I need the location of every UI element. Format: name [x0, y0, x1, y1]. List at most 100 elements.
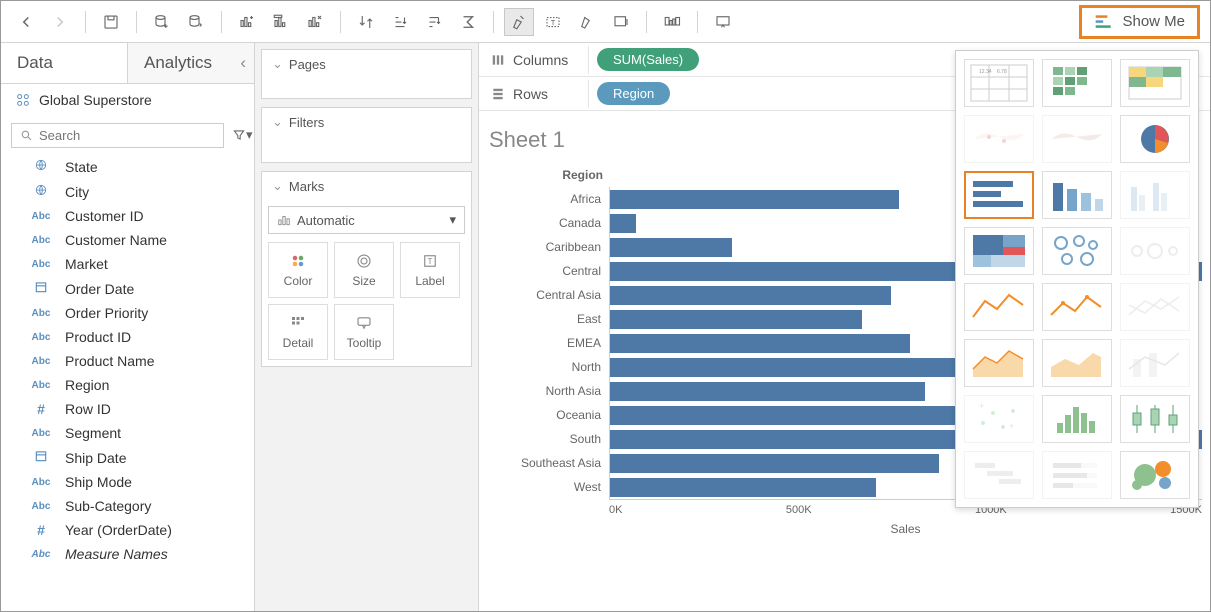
chart-row-label: South	[479, 432, 609, 446]
showme-line-discrete[interactable]	[1042, 283, 1112, 331]
field-item[interactable]: AbcProduct Name	[23, 349, 254, 373]
chart-row-label: North	[479, 360, 609, 374]
showme-area-discrete[interactable]	[1042, 339, 1112, 387]
columns-pill[interactable]: SUM(Sales)	[597, 48, 699, 71]
chart-row-label: Caribbean	[479, 240, 609, 254]
bar[interactable]	[610, 190, 899, 209]
format-icon[interactable]	[572, 8, 602, 36]
showme-stacked-bar[interactable]	[1042, 171, 1112, 219]
svg-text:+: +	[979, 401, 984, 411]
show-me-button[interactable]: Show Me	[1079, 5, 1200, 39]
forward-icon[interactable]	[45, 8, 75, 36]
rows-pill[interactable]: Region	[597, 82, 670, 105]
datasource-row[interactable]: Global Superstore	[1, 84, 254, 116]
chevron-left-icon[interactable]: ‹	[240, 53, 246, 73]
bar[interactable]	[610, 214, 636, 233]
field-item[interactable]: State	[23, 154, 254, 179]
field-item[interactable]: AbcMarket	[23, 252, 254, 276]
totals-icon[interactable]	[453, 8, 483, 36]
bar[interactable]	[610, 334, 910, 353]
field-item[interactable]: AbcCustomer ID	[23, 204, 254, 228]
showme-dual-combo[interactable]	[1120, 339, 1190, 387]
field-item[interactable]: AbcSegment	[23, 421, 254, 445]
field-item[interactable]: #Row ID	[23, 397, 254, 421]
showme-side-by-side-bar[interactable]	[1120, 171, 1190, 219]
presentation-icon[interactable]	[708, 8, 738, 36]
sort-desc-icon[interactable]	[419, 8, 449, 36]
swap-icon[interactable]	[351, 8, 381, 36]
showme-pie[interactable]	[1120, 115, 1190, 163]
chevron-down-icon: ⌄	[272, 178, 283, 194]
showme-gantt[interactable]	[964, 451, 1034, 499]
marks-color[interactable]: Color	[268, 242, 328, 298]
fit-icon[interactable]	[606, 8, 636, 36]
clear-sheet-icon[interactable]	[300, 8, 330, 36]
marks-label[interactable]: TLabel	[400, 242, 460, 298]
marks-size[interactable]: Size	[334, 242, 394, 298]
showme-box-plot[interactable]	[1120, 395, 1190, 443]
new-worksheet-icon[interactable]	[232, 8, 262, 36]
field-item[interactable]: Ship Date	[23, 445, 254, 470]
axis-tick: 0K	[609, 504, 622, 516]
pages-shelf[interactable]: ⌄Pages	[261, 49, 472, 99]
marks-detail[interactable]: Detail	[268, 304, 328, 360]
bar[interactable]	[610, 238, 732, 257]
save-icon[interactable]	[96, 8, 126, 36]
showme-horizontal-bar[interactable]	[964, 171, 1034, 219]
bar[interactable]	[610, 454, 939, 473]
field-item[interactable]: #Year (OrderDate)	[23, 518, 254, 542]
field-item[interactable]: AbcCustomer Name	[23, 228, 254, 252]
showme-histogram[interactable]	[1042, 395, 1112, 443]
showme-highlight-table[interactable]	[1120, 59, 1190, 107]
field-item[interactable]: AbcSub-Category	[23, 494, 254, 518]
svg-text:+: +	[1009, 421, 1014, 431]
text-label-icon[interactable]: T	[538, 8, 568, 36]
showme-scatter[interactable]: ++	[964, 395, 1034, 443]
axis-tick: 500K	[786, 504, 812, 516]
data-sidebar: Data Analytics ‹ Global Superstore ▾ ▾ S…	[1, 43, 255, 611]
new-datasource-icon[interactable]	[147, 8, 177, 36]
search-input[interactable]	[11, 123, 224, 148]
field-item[interactable]: AbcOrder Priority	[23, 301, 254, 325]
sort-asc-icon[interactable]	[385, 8, 415, 36]
showme-dual-line[interactable]	[1120, 283, 1190, 331]
marks-tooltip[interactable]: Tooltip	[334, 304, 394, 360]
showme-bullet[interactable]	[1042, 451, 1112, 499]
field-item[interactable]: Order Date	[23, 276, 254, 301]
search-field[interactable]	[39, 128, 215, 143]
field-item[interactable]: AbcShip Mode	[23, 470, 254, 494]
highlight-icon[interactable]	[504, 8, 534, 36]
bar[interactable]	[610, 286, 891, 305]
showme-symbol-map[interactable]	[964, 115, 1034, 163]
back-icon[interactable]	[11, 8, 41, 36]
showme-line-continuous[interactable]	[964, 283, 1034, 331]
show-cards-icon[interactable]	[657, 8, 687, 36]
filter-icon[interactable]: ▾	[232, 122, 253, 148]
showme-treemap[interactable]	[964, 227, 1034, 275]
field-item[interactable]: City	[23, 179, 254, 204]
bar[interactable]	[610, 382, 925, 401]
chart-row-label: North Asia	[479, 384, 609, 398]
field-item[interactable]: AbcMeasure Names	[23, 542, 254, 566]
duplicate-sheet-icon[interactable]	[266, 8, 296, 36]
chart-row-label: Southeast Asia	[479, 456, 609, 470]
tab-data[interactable]: Data	[1, 43, 127, 83]
field-item[interactable]: AbcRegion	[23, 373, 254, 397]
filters-shelf[interactable]: ⌄Filters	[261, 107, 472, 163]
bar[interactable]	[610, 310, 862, 329]
showme-text-table[interactable]: 12.346.78	[964, 59, 1034, 107]
showme-filled-map[interactable]	[1042, 115, 1112, 163]
showme-side-circle[interactable]	[1120, 227, 1190, 275]
bar[interactable]	[610, 478, 876, 497]
showme-area-continuous[interactable]	[964, 339, 1034, 387]
showme-packed-bubbles[interactable]	[1120, 451, 1190, 499]
field-item[interactable]: AbcProduct ID	[23, 325, 254, 349]
svg-text:6.78: 6.78	[997, 69, 1007, 75]
refresh-datasource-icon[interactable]	[181, 8, 211, 36]
showme-heatmap[interactable]	[1042, 59, 1112, 107]
marks-type-select[interactable]: Automatic ▾	[268, 206, 465, 234]
fields-list: StateCityAbcCustomer IDAbcCustomer NameA…	[1, 154, 254, 611]
chart-row-label: Central Asia	[479, 288, 609, 302]
showme-circle-view[interactable]	[1042, 227, 1112, 275]
tab-analytics[interactable]: Analytics ‹	[127, 43, 254, 83]
